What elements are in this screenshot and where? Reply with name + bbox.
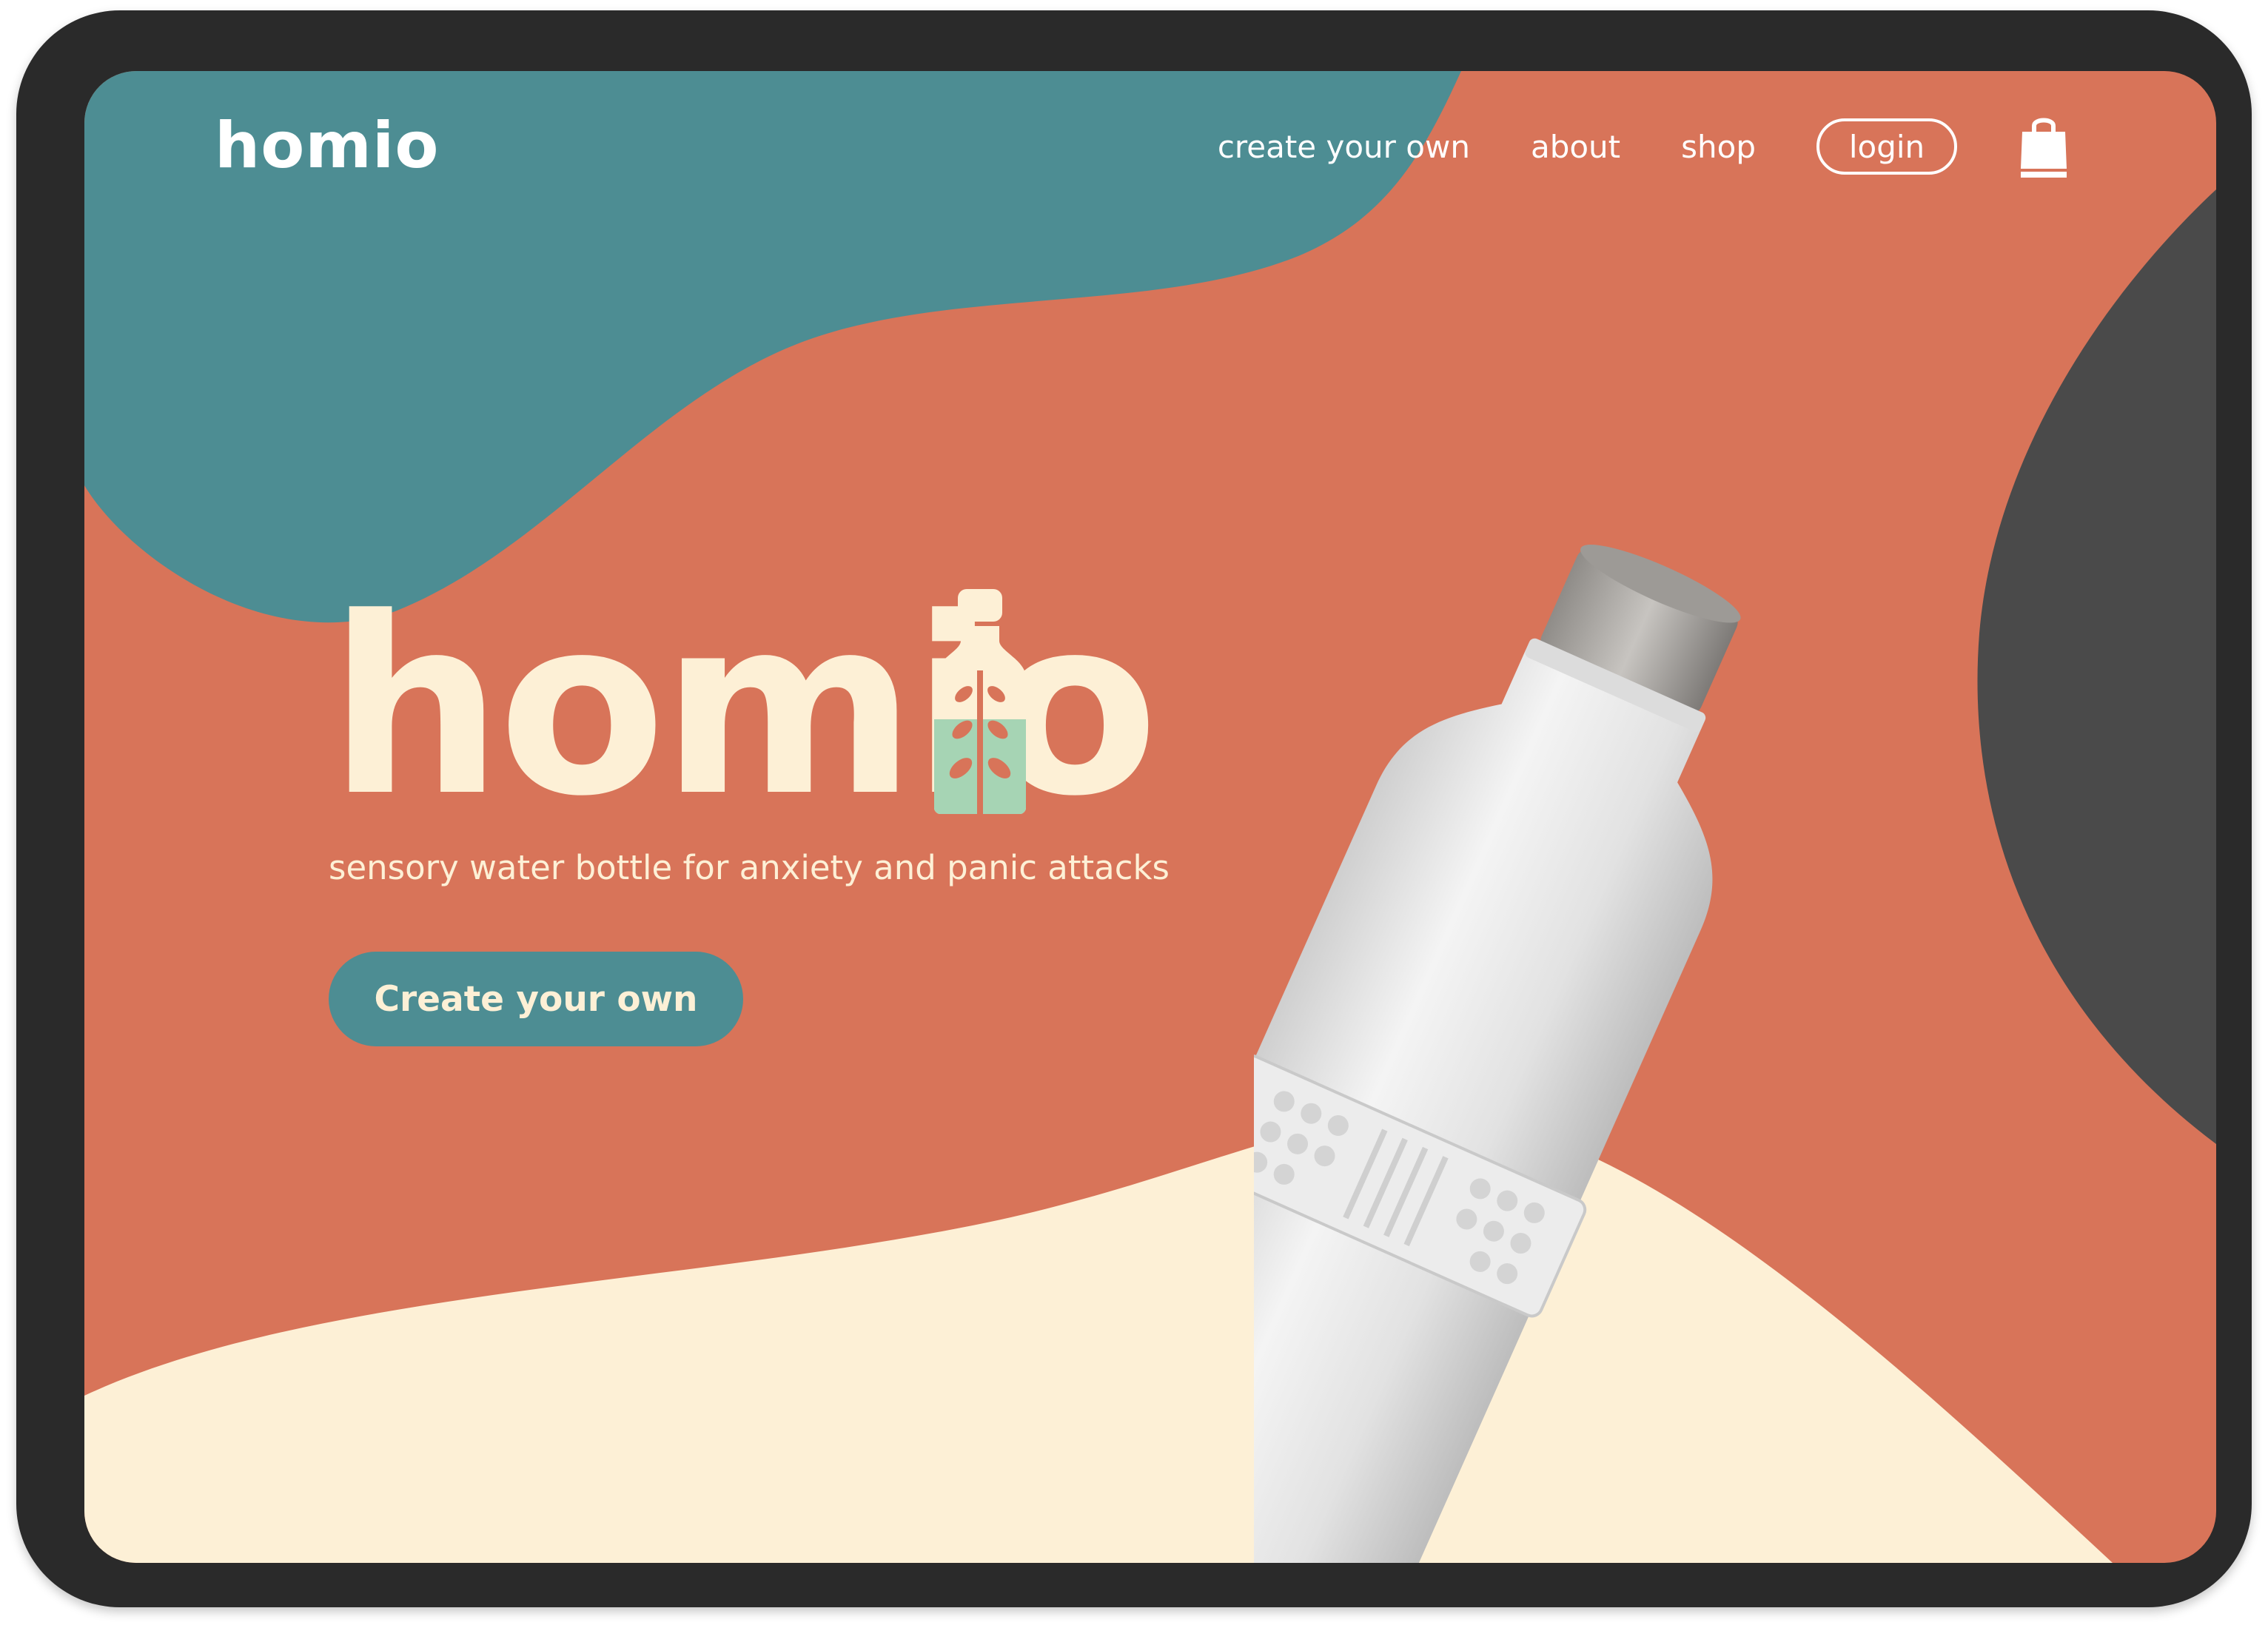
create-your-own-button[interactable]: Create your own bbox=[329, 952, 743, 1046]
nav-create-your-own[interactable]: create your own bbox=[1218, 129, 1470, 165]
tablet-frame: homio create your own about shop login h… bbox=[16, 10, 2252, 1607]
bottle-leaf-icon bbox=[934, 589, 1026, 814]
water-bottle-image bbox=[1254, 545, 1741, 1563]
hero-subtitle: sensory water bottle for anxiety and pan… bbox=[329, 848, 1170, 887]
main-nav: create your own about shop login bbox=[1218, 112, 2070, 181]
hero-wordmark-text: homio bbox=[329, 565, 1158, 850]
brand-logo[interactable]: homio bbox=[215, 114, 439, 178]
charcoal-blob bbox=[1977, 189, 2216, 1144]
nav-about[interactable]: about bbox=[1531, 129, 1620, 165]
hero-wordmark: homio bbox=[329, 565, 1239, 850]
screen: homio create your own about shop login h… bbox=[84, 71, 2216, 1563]
nav-shop[interactable]: shop bbox=[1681, 129, 1756, 165]
shopping-bag-icon[interactable] bbox=[2018, 112, 2070, 181]
login-button[interactable]: login bbox=[1816, 118, 1957, 175]
